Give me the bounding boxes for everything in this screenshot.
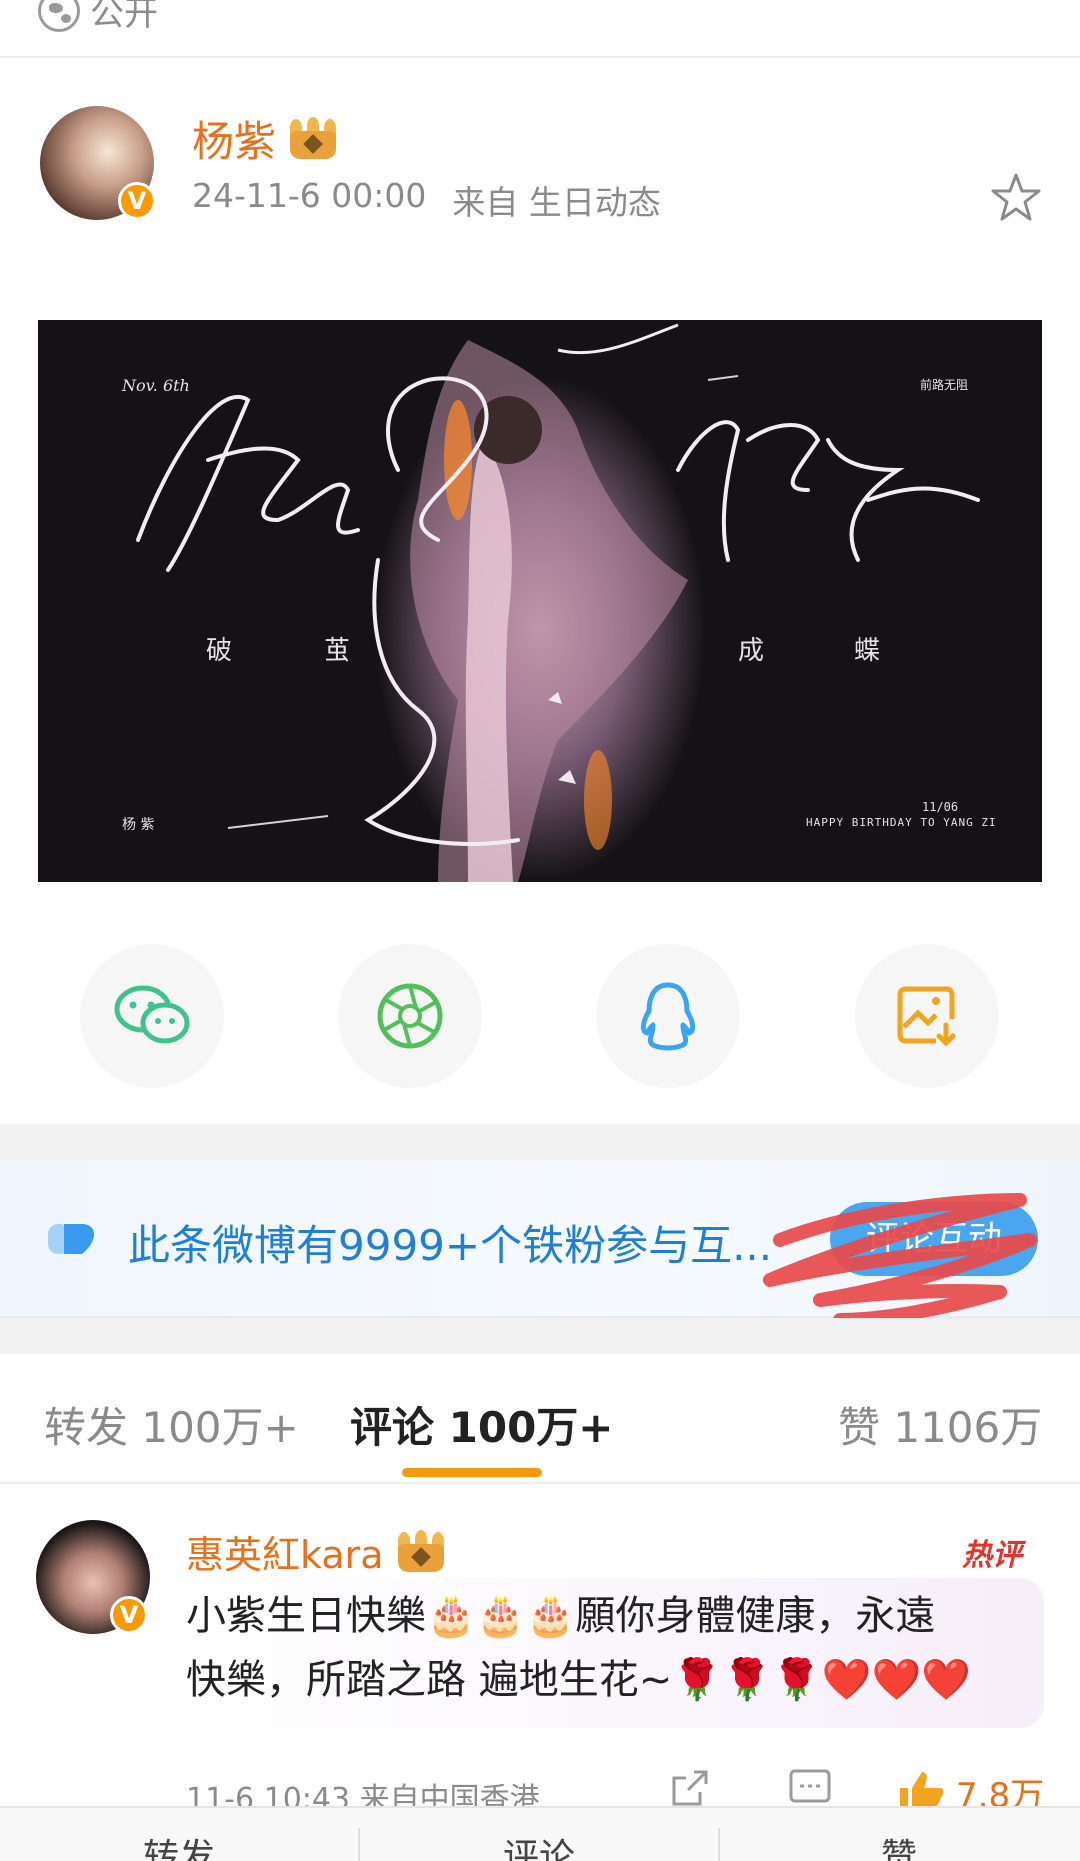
engagement-tabs: 转发 100万+ 评论 100万+ 赞 1106万 bbox=[0, 1354, 1080, 1484]
section-divider bbox=[0, 1124, 1080, 1160]
commenter-name[interactable]: 惠英紅kara bbox=[186, 1524, 384, 1579]
post-meta: 24-11-6 00:00 来自 生日动态 bbox=[192, 176, 661, 224]
image-download-icon bbox=[897, 986, 956, 1047]
share-qq-button[interactable] bbox=[596, 944, 740, 1088]
tab-comments[interactable]: 评论 100万+ bbox=[350, 1394, 614, 1455]
banner-char-2: 茧 bbox=[324, 636, 351, 666]
share-row bbox=[0, 944, 1080, 1090]
comment-text-line-2: 快樂，所踏之路 遍地生花~🌹🌹🌹❤️❤️❤️ bbox=[186, 1657, 972, 1703]
star-icon[interactable] bbox=[990, 172, 1042, 224]
globe-icon bbox=[38, 0, 80, 32]
fan-arrows-icon bbox=[48, 1224, 95, 1254]
banner-artwork bbox=[136, 323, 980, 882]
wechat-icon bbox=[114, 985, 190, 1044]
post-source: 来自 生日动态 bbox=[452, 183, 661, 222]
post-timestamp: 24-11-6 00:00 bbox=[192, 176, 427, 215]
banner-date-right: 11/06 bbox=[922, 800, 959, 814]
visibility-label: 公开 bbox=[90, 0, 158, 34]
bottom-comment-button[interactable]: 评论 bbox=[360, 1808, 718, 1861]
banner-char-1: 破 bbox=[206, 636, 233, 666]
verified-v-icon: V bbox=[118, 182, 156, 220]
active-tab-indicator bbox=[402, 1468, 542, 1477]
banner-birthday-text: HAPPY BIRTHDAY TO YANG ZI bbox=[806, 816, 997, 829]
visibility-bar: 公开 bbox=[0, 0, 1080, 58]
banner-date-text: Nov. 6th bbox=[122, 376, 190, 395]
verified-v-icon: V bbox=[110, 1596, 148, 1634]
crown-icon bbox=[394, 1529, 448, 1574]
bottom-action-bar: 转发 评论 赞 bbox=[0, 1806, 1080, 1861]
share-moments-button[interactable] bbox=[338, 944, 482, 1088]
post-image[interactable]: Nov. 6th 前路无阻 破 茧 成 蝶 杨 紫 11/06 HAPPY BI… bbox=[38, 320, 1042, 882]
tab-reposts[interactable]: 转发 100万+ bbox=[44, 1394, 299, 1455]
hot-comment-badge: 热评 bbox=[962, 1538, 1022, 1573]
bottom-like-button[interactable]: 赞 bbox=[720, 1808, 1078, 1861]
share-wechat-button[interactable] bbox=[80, 944, 224, 1088]
author-name[interactable]: 杨紫 bbox=[192, 108, 276, 169]
qq-penguin-icon bbox=[640, 982, 696, 1051]
banner-char-3: 成 bbox=[738, 636, 765, 666]
author-name-row[interactable]: 杨紫 bbox=[192, 108, 340, 169]
share-icon[interactable] bbox=[670, 1768, 710, 1808]
comment-text: 小紫生日快樂🎂🎂🎂願你身體健康，永遠 快樂，所踏之路 遍地生花~🌹🌹🌹❤️❤️❤… bbox=[186, 1584, 1026, 1712]
aperture-icon bbox=[377, 983, 443, 1049]
comment-item: V 惠英紅kara 热评 小紫生日快樂🎂🎂🎂願你身體健康，永遠 快樂，所踏之路 … bbox=[0, 1484, 1080, 1817]
crown-icon bbox=[286, 116, 340, 161]
banner-top-right-text: 前路无阻 bbox=[920, 378, 969, 392]
tab-likes[interactable]: 赞 1106万 bbox=[838, 1394, 1042, 1455]
banner-name-text: 杨 紫 bbox=[122, 817, 155, 833]
fan-banner-text: 此条微博有9999+个铁粉参与互... bbox=[128, 1221, 773, 1270]
visibility-indicator[interactable]: 公开 bbox=[38, 0, 158, 35]
comment-text-line-1: 小紫生日快樂🎂🎂🎂願你身體健康，永遠 bbox=[186, 1593, 936, 1639]
comment-interact-button[interactable]: 评论互动 bbox=[830, 1202, 1038, 1276]
section-divider bbox=[0, 1318, 1080, 1354]
save-image-button[interactable] bbox=[855, 944, 999, 1088]
reply-icon[interactable] bbox=[788, 1768, 832, 1808]
commenter-name-row[interactable]: 惠英紅kara bbox=[186, 1524, 448, 1579]
banner-char-4: 蝶 bbox=[854, 636, 881, 666]
fan-engagement-banner[interactable]: 此条微博有9999+个铁粉参与互... 评论互动 bbox=[0, 1160, 1080, 1318]
bottom-repost-button[interactable]: 转发 bbox=[0, 1808, 358, 1861]
post-author-header: V 杨紫 24-11-6 00:00 来自 生日动态 bbox=[0, 58, 1080, 268]
